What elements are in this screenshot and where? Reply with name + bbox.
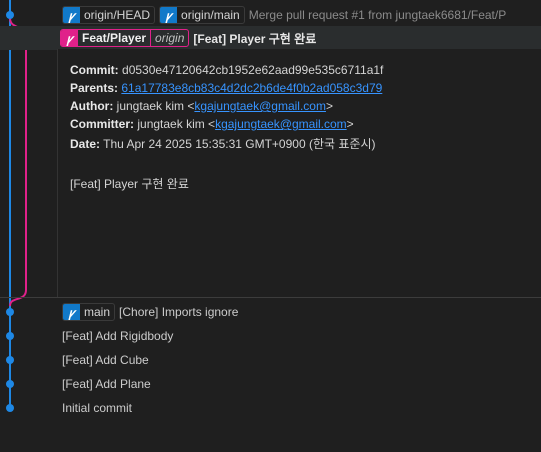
commit-message: [Feat] Player 구현 완료 [193, 31, 317, 46]
ref-badge-origin-main[interactable]: ꝩ origin/main [159, 6, 245, 24]
detail-author: Author: jungtaek kim <kgajungtaek@gmail.… [70, 99, 333, 113]
ref-badge-main[interactable]: ꝩ main [62, 303, 116, 321]
commit-row-rigidbody[interactable]: [Feat] Add Rigidbody [0, 324, 541, 348]
commit-details-panel: Commit: d0530e47120642cb1952e62aad99e535… [57, 49, 541, 297]
detail-commit: Commit: d0530e47120642cb1952e62aad99e535… [70, 63, 384, 77]
author-email-link[interactable]: kgajungtaek@gmail.com [194, 99, 326, 113]
commit-message: [Chore] Imports ignore [119, 305, 239, 319]
parent-hash-link[interactable]: 61a17783e8cb83c4d2dc2b6de4f0b2ad058c3d79 [121, 81, 382, 95]
details-divider [0, 297, 541, 298]
detail-message: [Feat] Player 구현 완료 [70, 177, 189, 191]
commit-row-merge[interactable]: ꝩ origin/HEAD ꝩ origin/main Merge pull r… [0, 3, 541, 27]
detail-committer: Committer: jungtaek kim <kgajungtaek@gma… [70, 117, 354, 131]
commit-row-initial[interactable]: Initial commit [0, 396, 541, 420]
git-ref-icon: ꝩ [63, 7, 80, 23]
detail-date: Date: Thu Apr 24 2025 15:35:31 GMT+0900 … [70, 137, 376, 151]
ref-badge-origin-head[interactable]: ꝩ origin/HEAD [62, 6, 156, 24]
ref-badge-feat-player[interactable]: ꝩ Feat/Player origin [60, 29, 190, 47]
git-ref-icon: ꝩ [63, 304, 80, 320]
commit-hash[interactable]: d0530e47120642cb1952e62aad99e535c6711a1f [122, 63, 383, 77]
commit-message: Merge pull request #1 from jungtaek6681/… [248, 8, 507, 22]
commit-message: [Feat] Add Plane [62, 377, 151, 391]
commit-row-plane[interactable]: [Feat] Add Plane [0, 372, 541, 396]
commit-message: Initial commit [62, 401, 133, 415]
commit-message: [Feat] Add Rigidbody [62, 329, 174, 343]
git-ref-icon: ꝩ [61, 30, 78, 46]
commit-message: [Feat] Add Cube [62, 353, 149, 367]
detail-parents: Parents: 61a17783e8cb83c4d2dc2b6de4f0b2a… [70, 81, 383, 95]
commit-row-chore[interactable]: ꝩ main [Chore] Imports ignore [0, 300, 541, 324]
committer-email-link[interactable]: kgajungtaek@gmail.com [215, 117, 347, 131]
commit-row-cube[interactable]: [Feat] Add Cube [0, 348, 541, 372]
git-ref-icon: ꝩ [160, 7, 178, 23]
commit-row-selected[interactable]: ꝩ Feat/Player origin [Feat] Player 구현 완료 [0, 26, 541, 50]
